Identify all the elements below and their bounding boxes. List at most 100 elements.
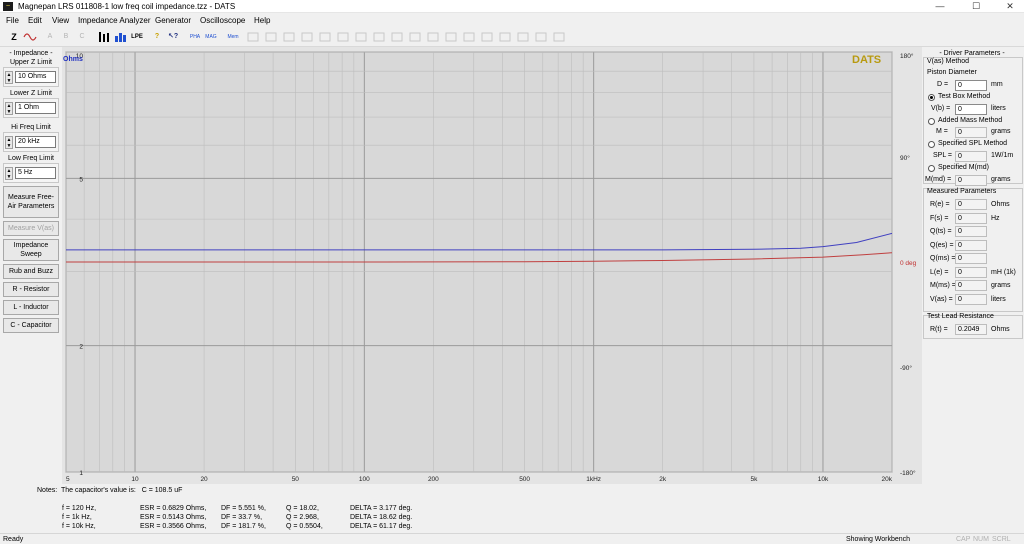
menu-oscilloscope[interactable]: Oscilloscope (200, 16, 245, 26)
status-workbench: Showing Workbench (846, 536, 911, 543)
d-input[interactable]: 0 (955, 80, 987, 91)
note-q: Q = 18.02, (286, 505, 319, 512)
resistor-button[interactable]: R - Resistor (3, 282, 59, 297)
impedance-mode-button[interactable]: Z (9, 31, 19, 43)
x-tick-label: 20 (200, 476, 208, 483)
disabled-tool-b: B (63, 33, 69, 40)
driver-parameters-panel: - Driver Parameters - V(as) Method Pisto… (922, 47, 1024, 484)
test-box-radio[interactable] (928, 94, 935, 101)
upper-z-input[interactable]: 10 Ohms (15, 71, 56, 83)
x-tick-label: 5 (66, 476, 70, 483)
mmd-method-label: Specified M(md) (938, 164, 989, 171)
m-input[interactable]: 0 (955, 127, 987, 138)
menu-view[interactable]: View (52, 16, 69, 26)
measured-label: Q(es) = (930, 241, 954, 249)
magnitude-button[interactable]: MAG (204, 31, 218, 43)
lpe-button[interactable]: LPE (130, 31, 144, 43)
measured-parameters-title: Measured Parameters (927, 188, 997, 195)
blue-bars-icon[interactable] (114, 31, 128, 43)
spl-input[interactable]: 0 (955, 151, 987, 162)
menu-file[interactable]: File (6, 16, 19, 26)
hi-freq-input[interactable]: 20 kHz (15, 136, 56, 148)
status-cap: CAP (956, 536, 971, 543)
bars-icon[interactable] (98, 31, 112, 43)
memory-button[interactable]: Mem (226, 31, 240, 43)
mmd-method-radio[interactable] (928, 165, 935, 172)
x-tick-label: 5k (751, 476, 759, 483)
menu-help[interactable]: Help (254, 16, 270, 26)
vb-input[interactable]: 0 (955, 104, 987, 115)
x-tick-label: 100 (359, 476, 370, 483)
lower-z-input[interactable]: 1 Ohm (15, 102, 56, 114)
help-icon[interactable]: ? (152, 31, 162, 43)
low-freq-spinner[interactable]: ▲ ▼ (5, 167, 13, 180)
measure-vas-button[interactable]: Measure V(as) (3, 221, 59, 236)
measured-value: 0 (955, 293, 987, 305)
status-ready: Ready (3, 536, 24, 543)
status-scrl: SCRL (992, 536, 1011, 543)
rt-unit: Ohms (991, 326, 1010, 333)
upper-z-spinner[interactable]: ▲ ▼ (5, 71, 13, 84)
status-num: NUM (973, 536, 989, 543)
inductor-button[interactable]: L - Inductor (3, 300, 59, 315)
spl-method-radio[interactable] (928, 141, 935, 148)
menu-impedance-analyzer[interactable]: Impedance Analyzer (78, 16, 151, 26)
measured-label: Q(ms) = (930, 255, 956, 262)
measured-unit: liters (991, 295, 1006, 303)
menu-edit[interactable]: Edit (28, 16, 42, 26)
sine-wave-icon[interactable] (23, 31, 37, 43)
phase-tick-label: -180° (900, 469, 916, 477)
impedance-group-title: - Impedance - (9, 50, 53, 57)
capacitor-button[interactable]: C - Capacitor (3, 318, 59, 333)
x-tick-label: 200 (428, 476, 439, 483)
note-f: f = 1k Hz, (62, 514, 92, 521)
notes-area: Notes: The capacitor's value is: C = 108… (0, 484, 1024, 532)
measured-unit: Ohms (991, 201, 1010, 208)
x-tick-label: 2k (659, 476, 667, 483)
mmd-input[interactable]: 0 (955, 175, 987, 186)
note-esr: ESR = 0.3566 Ohms, (140, 523, 207, 530)
vb-label: V(b) = (931, 105, 951, 112)
impedance-sweep-button[interactable]: Impedance Sweep (3, 239, 59, 261)
close-button[interactable]: ✕ (996, 0, 1024, 12)
piston-diameter-title: Piston Diameter (927, 69, 977, 76)
measured-value: 0 (955, 280, 987, 291)
disabled-tool-c: C (79, 33, 85, 40)
added-mass-label: Added Mass Method (938, 117, 1003, 124)
measured-value: 0 (955, 226, 987, 237)
measured-unit: grams (991, 282, 1011, 289)
context-help-icon[interactable]: ↖? (168, 31, 178, 43)
notes-header: Notes: The capacitor's value is: C = 108… (37, 487, 183, 494)
note-esr: ESR = 0.6829 Ohms, (140, 505, 207, 512)
test-box-label: Test Box Method (938, 93, 991, 100)
test-lead-title: Test Lead Resistance (927, 313, 994, 320)
rt-input[interactable]: 0.2049 (955, 324, 987, 335)
phase-button[interactable]: PHA (188, 31, 202, 43)
vb-unit: liters (991, 105, 1006, 112)
impedance-plot[interactable]: 5 10 20 50 100 200 500 1kHz 2k 5k 10k 20k12510 180°9… (62, 47, 922, 484)
upper-z-label: Upper Z Limit (9, 59, 52, 66)
menu-generator[interactable]: Generator (155, 16, 191, 26)
x-tick-label: 20k (882, 476, 893, 483)
dats-watermark: DATS (852, 54, 881, 66)
m-unit: grams (991, 128, 1011, 135)
phase-tick-label: 180° (900, 52, 914, 60)
hi-freq-spinner[interactable]: ▲ ▼ (5, 136, 13, 149)
maximize-button[interactable]: ☐ (962, 0, 990, 12)
lower-z-spinner[interactable]: ▲ ▼ (5, 102, 13, 115)
rub-buzz-button[interactable]: Rub and Buzz (3, 264, 59, 279)
minimize-button[interactable]: — (926, 0, 954, 12)
low-freq-input[interactable]: 5 Hz (15, 167, 56, 179)
phase-tick-label: 90° (900, 154, 910, 162)
measure-free-air-button[interactable]: Measure Free-Air Parameters (3, 186, 59, 218)
m-label: M = (936, 128, 948, 135)
measured-value: 0 (955, 199, 987, 210)
rt-label: R(t) = (930, 326, 948, 333)
added-mass-radio[interactable] (928, 118, 935, 125)
y-tick-label: 2 (79, 344, 83, 351)
low-freq-box: ▲ ▼ 5 Hz (3, 163, 59, 183)
low-freq-label: Low Freq Limit (8, 155, 54, 162)
dats-app-icon: ~ (3, 2, 13, 11)
spl-method-label: Specified SPL Method (938, 140, 1008, 147)
measured-unit: mH (1k) (991, 268, 1016, 276)
